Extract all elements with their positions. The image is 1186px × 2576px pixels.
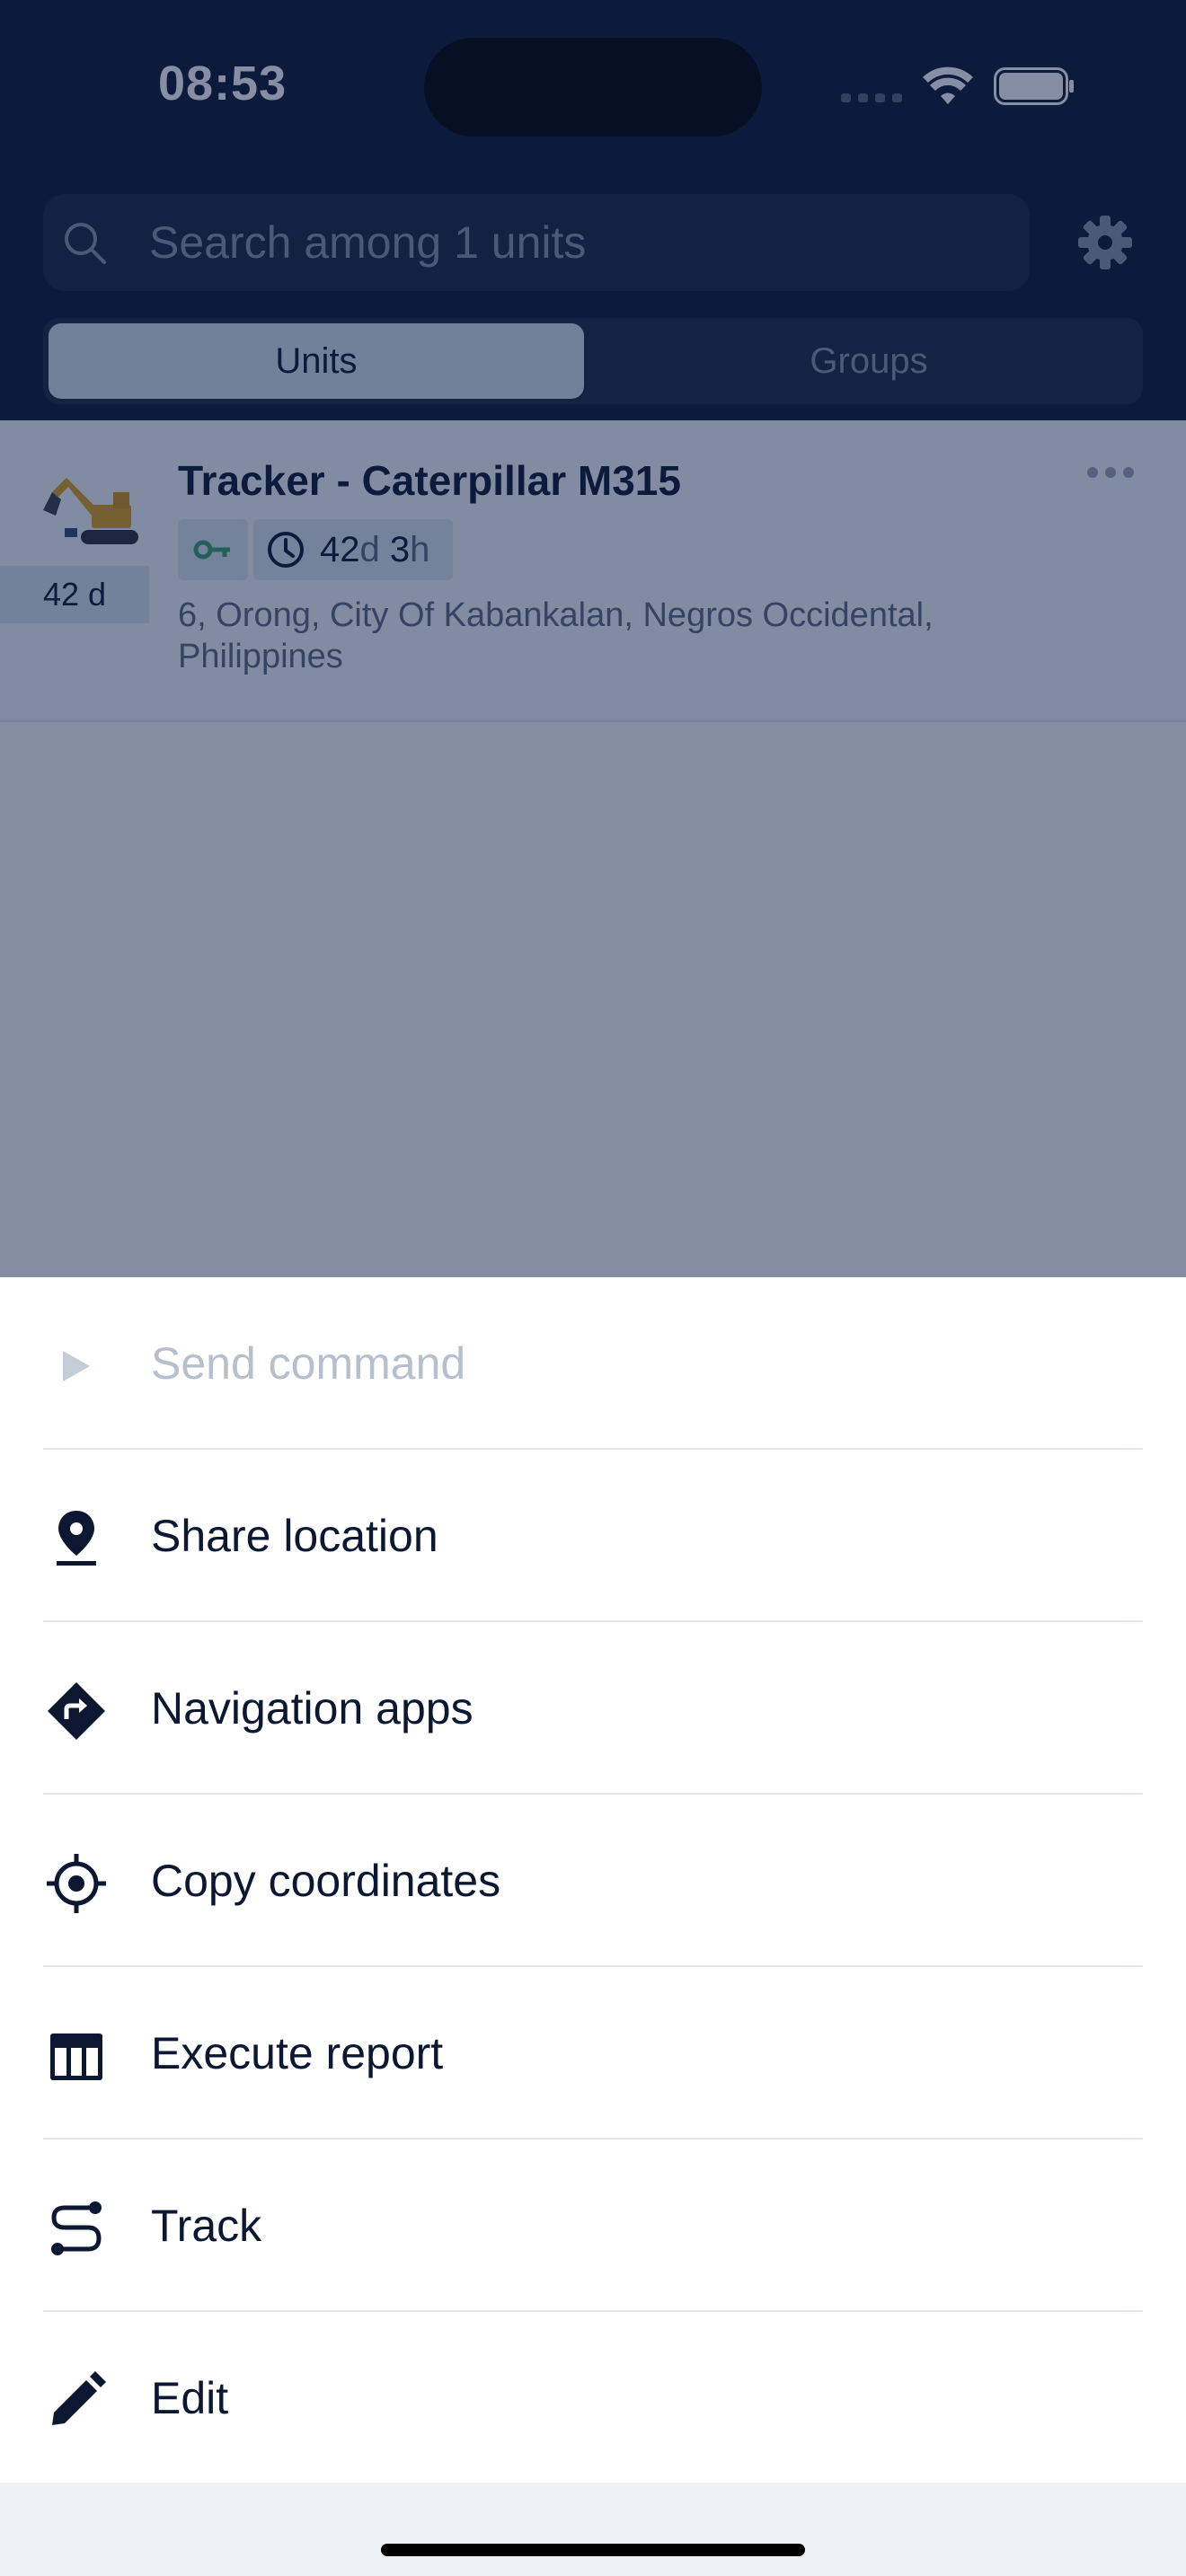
navigation-apps-label: Navigation apps	[151, 1683, 474, 1734]
directions-icon	[48, 1682, 105, 1740]
copy-coordinates-label: Copy coordinates	[151, 1856, 501, 1906]
execute-report-label: Execute report	[151, 2028, 444, 2078]
pencil-icon	[52, 2371, 106, 2425]
crosshair-icon	[47, 1854, 106, 1913]
send-command-item: Send command	[0, 1277, 1186, 1450]
route-icon	[51, 2201, 102, 2255]
action-sheet: Send command Share location Navigation a…	[0, 1277, 1186, 2483]
home-indicator-area	[0, 2483, 1186, 2576]
track-item[interactable]: Track	[0, 2139, 1186, 2312]
copy-coordinates-item[interactable]: Copy coordinates	[0, 1795, 1186, 1967]
home-indicator[interactable]	[381, 2544, 805, 2556]
table-icon	[50, 2033, 102, 2080]
share-location-label: Share location	[151, 1511, 438, 1561]
edit-label: Edit	[151, 2373, 229, 2423]
send-command-label: Send command	[151, 1338, 466, 1389]
play-icon	[63, 1351, 90, 1381]
share-location-item[interactable]: Share location	[0, 1450, 1186, 1622]
execute-report-item[interactable]: Execute report	[0, 1967, 1186, 2139]
track-label: Track	[151, 2201, 262, 2251]
modal-backdrop[interactable]	[0, 0, 1186, 1277]
location-pin-icon	[57, 1511, 96, 1566]
navigation-apps-item[interactable]: Navigation apps	[0, 1622, 1186, 1795]
edit-item[interactable]: Edit	[0, 2312, 1186, 2484]
